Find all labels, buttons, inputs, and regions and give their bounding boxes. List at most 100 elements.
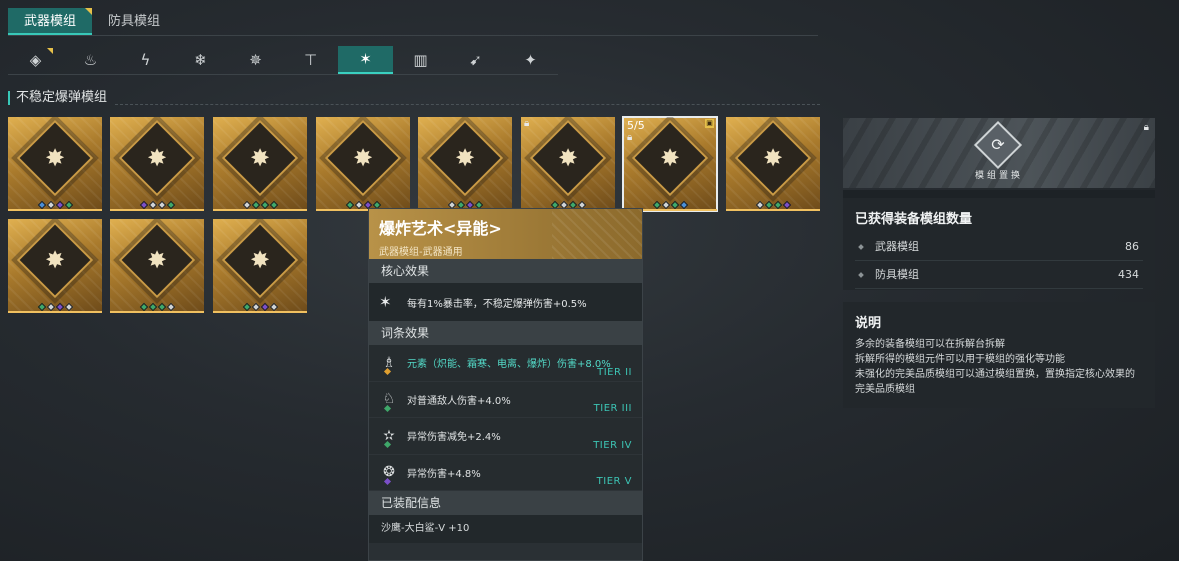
gem-icon [166, 200, 175, 210]
exchange-caption: 模组置换 [974, 171, 1023, 181]
tooltip-subtitle: 武器模组-武器通用 [379, 247, 463, 258]
affix-tier: TIER IV [593, 439, 632, 451]
gem-icon [148, 200, 157, 210]
filter-fire-icon[interactable]: ♨ [63, 46, 118, 74]
equip-heading: 已装配信息 [369, 491, 642, 515]
core-effect: ✶ 每有1%暴击率，不稳定爆弹伤害+0.5% [369, 283, 642, 321]
star-icon: ✫ [383, 427, 395, 444]
gem-icon [251, 302, 260, 312]
description-line: 未强化的完美品质模组可以通过模组置换，置换指定核心效果的 [855, 369, 1135, 380]
gem-icon [55, 200, 64, 210]
module-tooltip: 爆炸艺术<异能> 武器模组-武器通用 核心效果 ✶ 每有1%暴击率，不稳定爆弹伤… [368, 208, 643, 561]
section-divider [115, 104, 820, 105]
rarity-gems [213, 200, 307, 210]
affix-row: ♘ 对普通敌人伤害+4.0% TIER III [369, 381, 642, 418]
affix-text: 元素（炽能、霜寒、电离、爆炸）伤害+8.0% [407, 359, 611, 371]
module-exchange-banner[interactable]: ⟳ 模组置换 🔒︎ [843, 118, 1155, 188]
description-line: 多余的装备模组可以在拆解台拆解 [855, 339, 1005, 350]
bullet-icon [858, 272, 864, 278]
description-panel: 说明 多余的装备模组可以在拆解台拆解 拆解所得的模组元件可以用于模组的强化等功能… [843, 302, 1155, 408]
arrow-icon: ➹ [469, 51, 482, 69]
module-icon: ✸ [762, 144, 784, 172]
gem-icon [64, 302, 73, 312]
gem-icon [46, 302, 55, 312]
module-card[interactable]: ✸ [726, 117, 820, 211]
gem-icon [773, 200, 782, 210]
module-card[interactable]: ✸ 5/5 🔒︎ ▣ [622, 116, 718, 212]
affix-row: ❂ 异常伤害+4.8% TIER V [369, 454, 642, 491]
affix-row: ✫ 异常伤害减免+2.4% TIER IV [369, 418, 642, 455]
gem-icon [670, 200, 679, 210]
filter-lightning-icon[interactable]: ϟ [118, 46, 173, 74]
gem-icon [37, 302, 46, 312]
filter-anvil-icon[interactable]: ⊤ [283, 46, 338, 74]
module-card[interactable]: ✸ [110, 219, 204, 313]
disperse-icon: ✵ [249, 51, 262, 69]
equipped-count: 5/5 [627, 119, 645, 132]
gem-icon [148, 302, 157, 312]
gem-icon [661, 200, 670, 210]
rarity-gems [110, 302, 204, 312]
gem-icon [242, 200, 251, 210]
filter-explosive-icon[interactable]: ✶ [338, 46, 393, 74]
bullet-icon [858, 244, 864, 250]
affix-tier: TIER V [596, 476, 632, 487]
gem-icon [242, 302, 251, 312]
wrench-icon: ✦ [524, 51, 537, 69]
gem-icon [139, 200, 148, 210]
tabs-divider [8, 35, 818, 36]
frost-icon: ❄ [194, 51, 207, 69]
filter-all-icon[interactable]: ◈ [8, 46, 63, 74]
burst-icon: ❂ [383, 464, 395, 481]
module-icon: ✸ [659, 144, 681, 172]
filter-arrow-icon[interactable]: ➹ [448, 46, 503, 74]
stats-list: 武器模组 86 防具模组 434 [855, 233, 1143, 289]
rarity-gems [8, 200, 102, 210]
core-effect-text: 每有1%暴击率，不稳定爆弹伤害+0.5% [407, 298, 587, 310]
armor-count-label: 防具模组 [875, 268, 919, 281]
equipped-flag-icon: ▣ [705, 119, 714, 128]
gem-icon [251, 200, 260, 210]
rarity-gems [8, 302, 102, 312]
flask-icon: ♗ [382, 354, 396, 371]
module-card[interactable]: ✸ [316, 117, 410, 211]
module-card[interactable]: ✸ [8, 117, 102, 211]
lock-icon[interactable]: 🔒︎ [524, 118, 529, 129]
core-effect-heading: 核心效果 [369, 259, 642, 283]
gem-icon [755, 200, 764, 210]
gem-icon [166, 302, 175, 312]
lock-icon[interactable]: 🔒︎ [627, 132, 632, 143]
filter-wrench-icon[interactable]: ✦ [503, 46, 558, 74]
module-icon: ✸ [249, 144, 271, 172]
filter-ammo-icon[interactable]: ▥ [393, 46, 448, 74]
affix-row: ♗ 元素（炽能、霜寒、电离、爆炸）伤害+8.0% TIER II [369, 345, 642, 382]
tab-armor-modules[interactable]: 防具模组 [92, 8, 176, 35]
module-card[interactable]: ✸ [213, 117, 307, 211]
gem-icon [764, 200, 773, 210]
filter-divider [8, 74, 558, 75]
all-icon: ◈ [29, 51, 42, 69]
card-underline [726, 209, 820, 211]
banner-strip [843, 190, 1155, 198]
gem-icon [37, 200, 46, 210]
module-card[interactable]: ✸ 🔒︎ [521, 117, 615, 211]
tab-weapon-modules[interactable]: 武器模组 [8, 8, 93, 35]
module-card[interactable]: ✸ [213, 219, 307, 313]
module-icon: ✸ [249, 246, 271, 274]
gem-icon [157, 200, 166, 210]
gem-icon [269, 302, 278, 312]
filter-frost-icon[interactable]: ❄ [173, 46, 228, 74]
module-icon: ✸ [44, 246, 66, 274]
module-card[interactable]: ✸ [110, 117, 204, 211]
module-card[interactable]: ✸ [8, 219, 102, 313]
tooltip-title: 爆炸艺术<异能> [379, 219, 502, 238]
module-icon: ✸ [352, 144, 374, 172]
ammo-icon: ▥ [413, 51, 428, 69]
affix-heading: 词条效果 [369, 321, 642, 345]
module-card[interactable]: ✸ [418, 117, 512, 211]
gem-icon [55, 302, 64, 312]
filter-disperse-icon[interactable]: ✵ [228, 46, 283, 74]
section-title: 不稳定爆弹模组 [8, 91, 107, 105]
gem-icon [652, 200, 661, 210]
gem-icon [260, 302, 269, 312]
